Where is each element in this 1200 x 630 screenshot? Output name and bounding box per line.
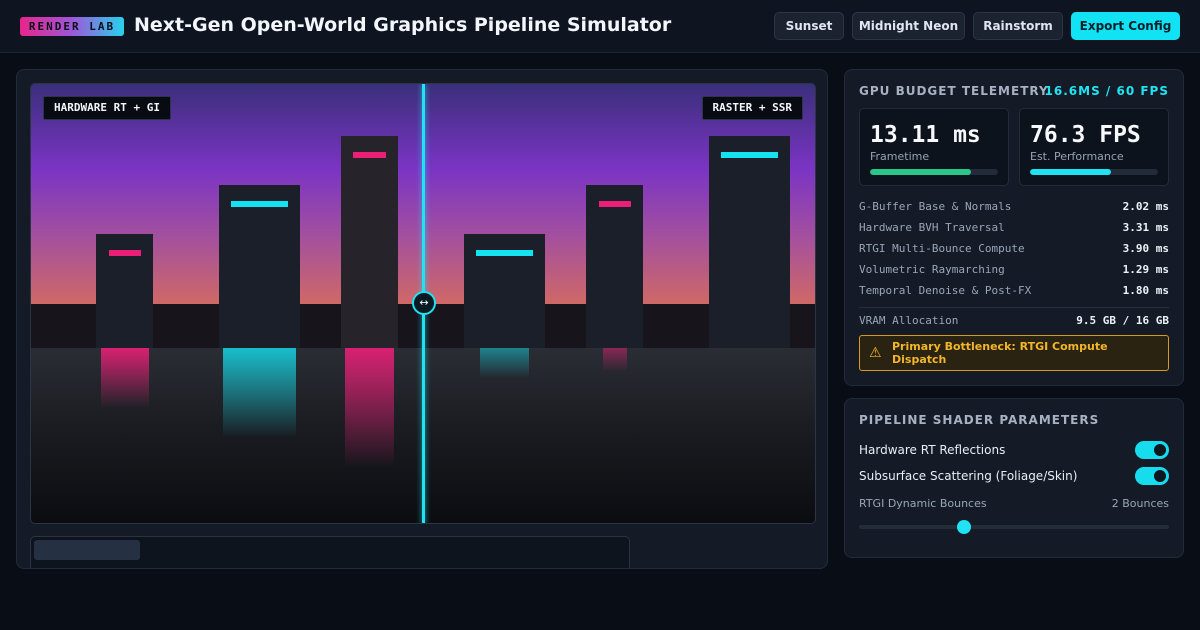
- rtgi-bounces-slider[interactable]: [859, 520, 1169, 534]
- telemetry-card: GPU BUDGET TELEMETRY 16.6MS / 60 FPS 13.…: [844, 69, 1184, 386]
- reflection-magenta: [101, 348, 149, 408]
- frame-budget: 16.6MS / 60 FPS: [1044, 84, 1169, 98]
- toggle-row-rt-reflections: Hardware RT Reflections: [859, 441, 1169, 461]
- frametime-box: 13.11 ms Frametime: [859, 108, 1009, 186]
- subsurface-scattering-toggle[interactable]: [1135, 467, 1169, 485]
- preset-rainstorm-button[interactable]: Rainstorm: [973, 12, 1063, 40]
- split-handle-icon[interactable]: ↔: [412, 291, 436, 315]
- app-header: RENDER LAB Next-Gen Open-World Graphics …: [0, 0, 1200, 53]
- left-mode-label: HARDWARE RT + GI: [43, 96, 171, 120]
- reflection-magenta: [345, 348, 394, 468]
- toggle-label: Hardware RT Reflections: [859, 443, 1006, 457]
- neon-sign-cyan: [231, 201, 288, 207]
- app-logo: RENDER LAB: [20, 17, 124, 36]
- pass-row: Temporal Denoise & Post-FX 1.80 ms: [859, 284, 1169, 300]
- reflection-cyan: [223, 348, 296, 438]
- fps-label: Est. Performance: [1030, 150, 1124, 163]
- pass-time: 1.80 ms: [1122, 284, 1169, 297]
- toggle-knob: [1154, 444, 1166, 456]
- fps-bar: [1030, 169, 1158, 175]
- vram-row: VRAM Allocation 9.5 GB / 16 GB: [859, 314, 1169, 330]
- pass-row: Volumetric Raymarching 1.29 ms: [859, 263, 1169, 279]
- frametime-label: Frametime: [870, 150, 930, 163]
- export-config-button[interactable]: Export Config: [1071, 12, 1180, 40]
- app-title: Next-Gen Open-World Graphics Pipeline Si…: [134, 14, 672, 36]
- building: [586, 185, 643, 348]
- warning-icon: ⚠: [869, 345, 882, 361]
- building: [341, 136, 398, 348]
- frametime-value: 13.11 ms: [870, 122, 981, 148]
- vram-label: VRAM Allocation: [859, 314, 959, 327]
- fps-bar-fill: [1030, 169, 1111, 175]
- right-mode-label: RASTER + SSR: [701, 96, 803, 120]
- fps-box: 76.3 FPS Est. Performance: [1019, 108, 1169, 186]
- timeline-bar[interactable]: [30, 536, 630, 568]
- pass-name: RTGI Multi-Bounce Compute: [859, 242, 1025, 255]
- building: [709, 136, 790, 348]
- slider-thumb[interactable]: [957, 520, 972, 534]
- pass-time: 3.31 ms: [1122, 221, 1169, 234]
- preset-midnight-neon-button[interactable]: Midnight Neon: [852, 12, 965, 40]
- bottleneck-warning: ⚠ Primary Bottleneck: RTGI Compute Dispa…: [859, 335, 1169, 371]
- building: [219, 185, 300, 348]
- neon-sign-cyan: [721, 152, 778, 158]
- frametime-bar-fill: [870, 169, 972, 175]
- timeline-tab[interactable]: [34, 540, 140, 560]
- rtgi-bounces-label: RTGI Dynamic Bounces: [859, 497, 987, 510]
- reflection-cyan-ssr: [480, 348, 529, 378]
- comparison-viewport[interactable]: HARDWARE RT + GI RASTER + SSR ↔: [30, 83, 816, 524]
- pass-row: Hardware BVH Traversal 3.31 ms: [859, 221, 1169, 237]
- shader-params-card: PIPELINE SHADER PARAMETERS Hardware RT R…: [844, 398, 1184, 558]
- toggle-label: Subsurface Scattering (Foliage/Skin): [859, 469, 1078, 483]
- pass-time: 2.02 ms: [1122, 200, 1169, 213]
- rtgi-bounces-value: 2 Bounces: [1111, 497, 1169, 510]
- warning-text: Primary Bottleneck: RTGI Compute Dispatc…: [892, 340, 1108, 366]
- pass-name: Hardware BVH Traversal: [859, 221, 1005, 234]
- pass-time: 3.90 ms: [1122, 242, 1169, 255]
- toggle-row-subsurface: Subsurface Scattering (Foliage/Skin): [859, 467, 1169, 487]
- pass-name: Volumetric Raymarching: [859, 263, 1005, 276]
- pass-time: 1.29 ms: [1122, 263, 1169, 276]
- toggle-knob: [1154, 470, 1166, 482]
- telemetry-title: GPU BUDGET TELEMETRY: [859, 84, 1049, 98]
- pass-name: Temporal Denoise & Post-FX: [859, 284, 1032, 297]
- neon-sign-magenta: [599, 201, 631, 207]
- pass-row: RTGI Multi-Bounce Compute 3.90 ms: [859, 242, 1169, 258]
- neon-sign-magenta: [109, 250, 141, 256]
- vram-value: 9.5 GB / 16 GB: [1076, 314, 1169, 327]
- reflection-magenta-ssr: [603, 348, 627, 372]
- frametime-bar: [870, 169, 998, 175]
- fps-value: 76.3 FPS: [1030, 122, 1141, 148]
- pass-row: G-Buffer Base & Normals 2.02 ms: [859, 200, 1169, 216]
- pass-name: G-Buffer Base & Normals: [859, 200, 1012, 213]
- rt-reflections-toggle[interactable]: [1135, 441, 1169, 459]
- neon-sign-magenta: [353, 152, 386, 158]
- divider: [859, 307, 1169, 308]
- shader-params-title: PIPELINE SHADER PARAMETERS: [859, 413, 1100, 427]
- neon-sign-cyan: [476, 250, 533, 256]
- preset-sunset-button[interactable]: Sunset: [774, 12, 844, 40]
- viewport-panel: HARDWARE RT + GI RASTER + SSR ↔: [16, 69, 828, 569]
